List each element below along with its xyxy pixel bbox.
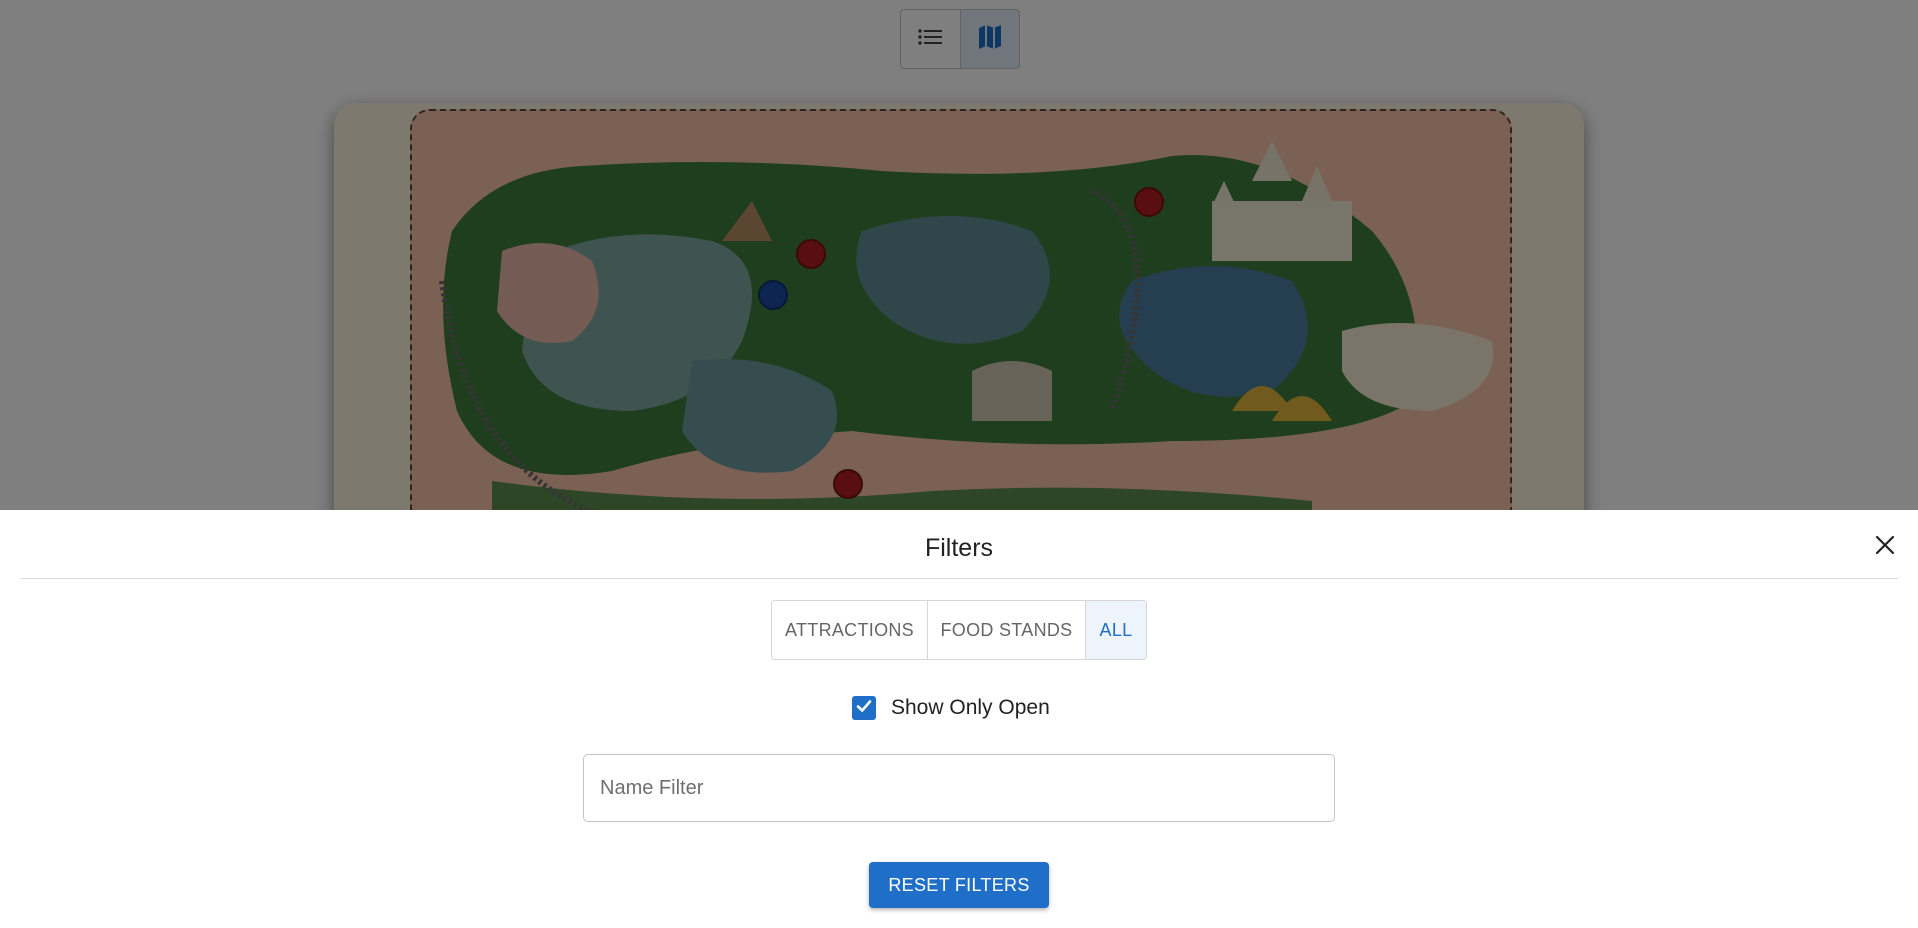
- close-button[interactable]: [1870, 532, 1900, 562]
- filters-drawer: Filters ATTRACTIONS FOOD STANDS ALL Show…: [0, 510, 1918, 928]
- food-stands-filter-button[interactable]: FOOD STANDS: [927, 601, 1085, 659]
- drawer-title: Filters: [924, 534, 994, 562]
- drawer-divider: [20, 578, 1898, 579]
- show-only-open-row: Show Only Open: [852, 693, 1050, 723]
- reset-filters-button[interactable]: RESET FILTERS: [869, 862, 1049, 908]
- show-only-open-checkbox[interactable]: [852, 696, 876, 720]
- modal-backdrop[interactable]: [0, 0, 1918, 510]
- type-filter-group: ATTRACTIONS FOOD STANDS ALL: [771, 600, 1147, 660]
- close-icon: [1875, 535, 1895, 560]
- attractions-filter-button[interactable]: ATTRACTIONS: [772, 601, 927, 659]
- show-only-open-label: Show Only Open: [891, 696, 1050, 719]
- name-filter-input[interactable]: [583, 754, 1335, 822]
- checkmark-icon: [855, 697, 873, 720]
- all-filter-button[interactable]: ALL: [1085, 601, 1146, 659]
